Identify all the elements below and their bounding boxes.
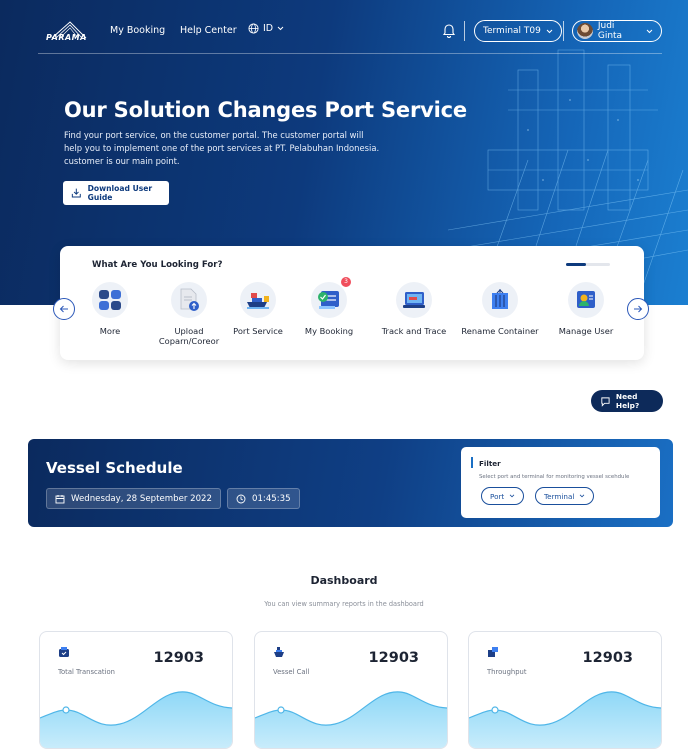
vessel-schedule-title: Vessel Schedule [46,459,183,477]
services-card: What Are You Looking For? More Upload Co… [60,246,644,360]
download-label: Download User Guide [87,184,153,202]
chevron-down-icon [277,26,284,31]
booking-icon: 3 [311,277,351,318]
services-title: What Are You Looking For? [92,260,223,270]
language-selector[interactable]: ID [248,23,284,34]
schedule-date-label: Wednesday, 28 September 2022 [71,493,212,504]
hero-description: Find your port service, on the customer … [64,130,380,166]
throughput-icon [488,647,498,657]
dashboard-title: Dashboard [310,574,378,587]
terminal-selector[interactable]: Terminal T09 [474,20,562,42]
stat-card-total-transaction[interactable]: Total Transcation 12903 [39,631,233,749]
vessel-schedule-banner: Vessel Schedule Wednesday, 28 September … [28,439,673,527]
globe-icon [248,23,259,34]
stat-label: Throughput [487,668,527,676]
service-label: Rename Container [461,326,539,336]
chevron-down-icon [580,494,585,498]
carousel-next-button[interactable] [627,298,649,320]
stat-value: 12903 [153,650,204,666]
avatar [577,23,593,39]
nav-help-center[interactable]: Help Center [180,25,237,36]
service-my-booking[interactable]: 3 My Booking [286,277,372,336]
hero-title: Our Solution Changes Port Service [64,98,467,122]
chevron-down-icon [546,29,553,33]
need-help-button[interactable]: Need Help? [591,390,663,412]
service-more[interactable]: More [67,282,153,336]
stat-trend-chart [40,691,232,748]
top-navbar: PARAMA My Booking Help Center ID Termina… [38,12,662,54]
stat-trend-chart [255,691,447,748]
chevron-down-icon [646,29,653,33]
language-label: ID [263,23,274,34]
stat-card-vessel-call[interactable]: Vessel Call 12903 [254,631,448,749]
service-label: Track and Trace [381,326,447,336]
logo-text: PARAMA [46,33,87,42]
stat-value: 12903 [368,650,419,666]
grid-icon [92,282,128,318]
clock-icon [236,494,246,503]
stat-card-throughput[interactable]: Throughput 12903 [468,631,662,749]
filter-description: Select port and terminal for monitoring … [479,474,630,480]
booking-count-badge: 3 [341,277,351,287]
filter-accent [471,457,473,468]
dashboard-subtitle: You can view summary reports in the dash… [264,600,424,608]
service-rename-container[interactable]: Rename Container [457,282,543,336]
calendar-icon [55,494,65,503]
download-icon [71,188,81,198]
stat-label: Vessel Call [273,668,310,676]
schedule-time: 01:45:35 [227,488,300,509]
arrow-left-icon [59,305,68,313]
user-card-icon [568,282,604,318]
user-menu[interactable]: Judi Ginta [572,20,662,42]
port-label: Port [490,491,505,501]
notification-bell-icon[interactable] [442,22,456,38]
ship-icon [240,282,276,318]
service-track-and-trace[interactable]: Track and Trace [371,282,457,336]
service-manage-user[interactable]: Manage User [543,282,629,336]
service-label: More [99,326,121,336]
nav-divider [464,21,465,41]
vessel-icon [274,647,284,657]
stat-label: Total Transcation [58,668,115,676]
user-name: Judi Ginta [597,21,623,41]
arrow-right-icon [634,305,643,313]
service-label: My Booking [304,326,354,336]
port-dropdown[interactable]: Port [481,487,525,505]
carousel-prev-button[interactable] [53,298,75,320]
carousel-progress [566,263,610,266]
stat-value: 12903 [582,650,633,666]
upload-document-icon [171,282,207,318]
container-icon [482,282,518,318]
service-label: Manage User [558,326,614,336]
track-icon [396,282,432,318]
terminal-dropdown[interactable]: Terminal [535,487,595,505]
nav-divider [563,21,564,41]
stat-trend-chart [469,691,661,748]
schedule-time-label: 01:45:35 [252,493,291,504]
filter-panel: Filter Select port and terminal for moni… [461,447,660,518]
download-user-guide-button[interactable]: Download User Guide [63,181,169,205]
chevron-down-icon [509,494,515,498]
need-help-label: Need Help? [615,392,640,410]
terminal-filter-label: Terminal [544,491,575,501]
transaction-icon [59,647,69,657]
filter-title: Filter [479,459,501,468]
chat-icon [601,396,610,407]
schedule-date: Wednesday, 28 September 2022 [46,488,221,509]
nav-my-booking[interactable]: My Booking [110,25,165,36]
terminal-label: Terminal T09 [483,26,541,36]
